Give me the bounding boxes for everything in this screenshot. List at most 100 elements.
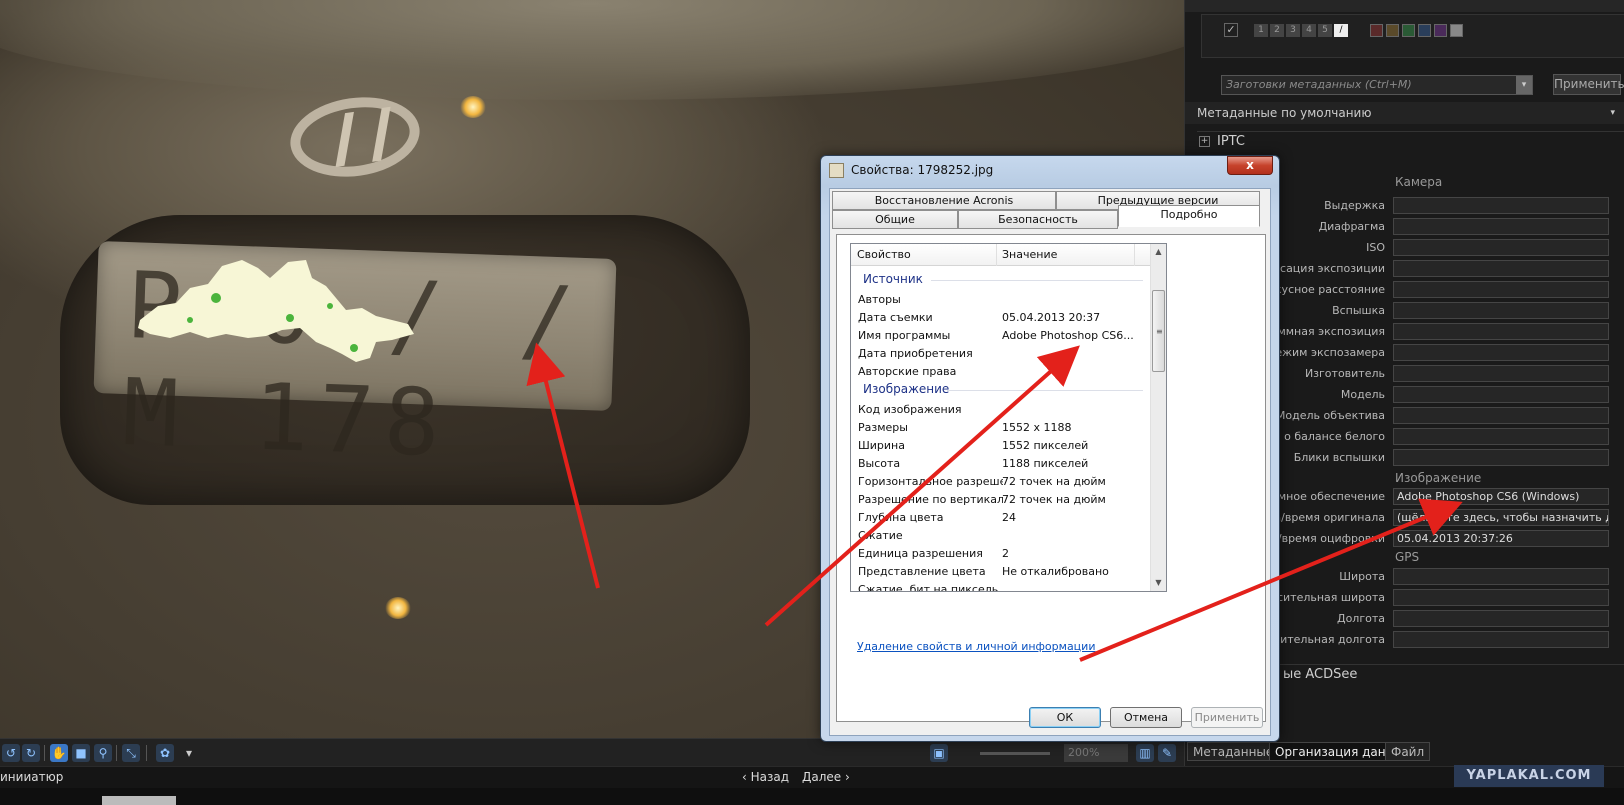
column-divider[interactable] <box>1134 244 1135 266</box>
color-label-orange[interactable] <box>1386 24 1399 37</box>
tab-metadata[interactable]: Метаданные <box>1187 742 1280 761</box>
zoom-tool-icon[interactable]: ⚲ <box>94 744 112 762</box>
nav-back-button[interactable]: ‹ Назад <box>742 770 789 784</box>
rating-2[interactable]: 2 <box>1270 24 1284 37</box>
filmstrip-thumbnail[interactable] <box>102 796 176 805</box>
camera-field-input[interactable] <box>1393 428 1609 445</box>
rotate-right-icon[interactable]: ↻ <box>22 744 40 762</box>
gps-field-input[interactable] <box>1393 610 1609 627</box>
camera-field-input[interactable] <box>1393 218 1609 235</box>
hand-tool-icon[interactable]: ✋ <box>50 744 68 762</box>
property-value[interactable]: 1552 пикселей <box>1002 439 1147 452</box>
scroll-up-icon[interactable]: ▲ <box>1151 244 1166 260</box>
ok-button[interactable]: ОК <box>1029 707 1101 728</box>
remove-properties-link[interactable]: Удаление свойств и личной информации <box>857 640 1095 653</box>
camera-field-input[interactable] <box>1393 344 1609 361</box>
property-name[interactable]: Имя программы <box>858 329 1003 342</box>
chevron-down-icon[interactable]: ▾ <box>1516 76 1532 94</box>
brush-icon[interactable]: ✎ <box>1158 744 1176 762</box>
actual-size-icon[interactable]: ▥ <box>1136 744 1154 762</box>
camera-field-input[interactable] <box>1393 386 1609 403</box>
rating-clear[interactable]: / <box>1334 24 1348 37</box>
apply-button[interactable]: Применить <box>1191 707 1263 728</box>
property-name[interactable]: Авторы <box>858 293 1003 306</box>
image-field-input[interactable]: 05.04.2013 20:37:26 <box>1393 530 1609 547</box>
property-name[interactable]: Ширина <box>858 439 1003 452</box>
iptc-section-header[interactable]: + IPTC <box>1197 131 1624 151</box>
rating-1[interactable]: 1 <box>1254 24 1268 37</box>
apply-preset-button[interactable]: Применить <box>1553 74 1624 95</box>
zoom-slider[interactable] <box>980 752 1050 755</box>
close-button[interactable]: x <box>1227 156 1273 175</box>
property-value[interactable]: 2 <box>1002 547 1147 560</box>
color-label-green[interactable] <box>1402 24 1415 37</box>
image-field-input[interactable]: (щёлкните здесь, чтобы назначить дату) <box>1393 509 1609 526</box>
rating-3[interactable]: 3 <box>1286 24 1300 37</box>
column-divider[interactable] <box>996 244 997 266</box>
tab-general[interactable]: Общие <box>832 210 958 229</box>
color-label-purple[interactable] <box>1434 24 1447 37</box>
camera-field-input[interactable] <box>1393 281 1609 298</box>
color-label-clear[interactable] <box>1450 24 1463 37</box>
property-name[interactable]: Дата съемки <box>858 311 1003 324</box>
camera-field-input[interactable] <box>1393 302 1609 319</box>
property-name[interactable]: Горизонтальное разреше... <box>858 475 1003 488</box>
fit-icon[interactable]: ▣ <box>930 744 948 762</box>
tag-checkbox[interactable]: ✓ <box>1224 23 1238 37</box>
fit-screen-icon[interactable]: ⤡ <box>122 744 140 762</box>
column-property[interactable]: Свойство <box>857 248 911 261</box>
tab-file[interactable]: Файл <box>1385 742 1431 761</box>
zoom-value[interactable]: 200% <box>1064 744 1128 762</box>
camera-field-input[interactable] <box>1393 239 1609 256</box>
tab-security[interactable]: Безопасность <box>958 210 1118 229</box>
palette-icon[interactable]: ✿ <box>156 744 174 762</box>
select-tool-icon[interactable]: ■ <box>72 744 90 762</box>
property-value[interactable]: 24 <box>1002 511 1147 524</box>
property-name[interactable]: Представление цвета <box>858 565 1003 578</box>
property-value[interactable]: Не откалибровано <box>1002 565 1147 578</box>
property-value[interactable]: 72 точек на дюйм <box>1002 475 1147 488</box>
camera-field-input[interactable] <box>1393 407 1609 424</box>
property-name[interactable]: Авторские права <box>858 365 1003 378</box>
cancel-button[interactable]: Отмена <box>1110 707 1182 728</box>
property-value[interactable]: 1188 пикселей <box>1002 457 1147 470</box>
property-name[interactable]: Единица разрешения <box>858 547 1003 560</box>
property-value[interactable]: 72 точек на дюйм <box>1002 493 1147 506</box>
camera-field-input[interactable] <box>1393 260 1609 277</box>
tab-acronis-recovery[interactable]: Восстановление Acronis <box>832 191 1056 210</box>
list-scrollbar[interactable]: ▲ ≡ ▼ <box>1150 244 1166 591</box>
metadata-preset-select[interactable]: Заготовки метаданных (Ctrl+M) ▾ <box>1221 75 1533 95</box>
property-value[interactable]: 1552 x 1188 <box>1002 421 1147 434</box>
scroll-thumb[interactable]: ≡ <box>1152 290 1165 372</box>
camera-field-input[interactable] <box>1393 365 1609 382</box>
column-value[interactable]: Значение <box>1002 248 1057 261</box>
properties-list[interactable]: Свойство Значение Источник Авторы Дата съ… <box>850 243 1167 592</box>
property-name[interactable]: Высота <box>858 457 1003 470</box>
property-name[interactable]: Сжатие, бит на пиксель <box>858 583 1003 591</box>
property-name[interactable]: Сжатие <box>858 529 1003 542</box>
gps-field-input[interactable] <box>1393 631 1609 648</box>
scroll-down-icon[interactable]: ▼ <box>1151 575 1166 591</box>
property-name[interactable]: Разрешение по вертикали <box>858 493 1003 506</box>
tab-details[interactable]: Подробно <box>1118 205 1260 227</box>
rotate-left-icon[interactable]: ↺ <box>2 744 20 762</box>
property-name[interactable]: Глубина цвета <box>858 511 1003 524</box>
camera-field-input[interactable] <box>1393 449 1609 466</box>
gps-field-input[interactable] <box>1393 589 1609 606</box>
default-metadata-dropdown[interactable]: Метаданные по умолчанию ▾ <box>1185 102 1624 124</box>
nav-next-button[interactable]: Далее › <box>802 770 850 784</box>
property-value[interactable]: 05.04.2013 20:37 <box>1002 311 1147 324</box>
property-name[interactable]: Размеры <box>858 421 1003 434</box>
color-label-blue[interactable] <box>1418 24 1431 37</box>
camera-field-input[interactable] <box>1393 323 1609 340</box>
image-field-input[interactable]: Adobe Photoshop CS6 (Windows) <box>1393 488 1609 505</box>
camera-field-input[interactable] <box>1393 197 1609 214</box>
rating-4[interactable]: 4 <box>1302 24 1316 37</box>
property-value[interactable]: Adobe Photoshop CS6... <box>1002 329 1147 342</box>
rating-5[interactable]: 5 <box>1318 24 1332 37</box>
color-label-red[interactable] <box>1370 24 1383 37</box>
gps-field-input[interactable] <box>1393 568 1609 585</box>
property-name[interactable]: Код изображения <box>858 403 1003 416</box>
expand-icon[interactable]: + <box>1199 136 1210 147</box>
property-name[interactable]: Дата приобретения <box>858 347 1003 360</box>
